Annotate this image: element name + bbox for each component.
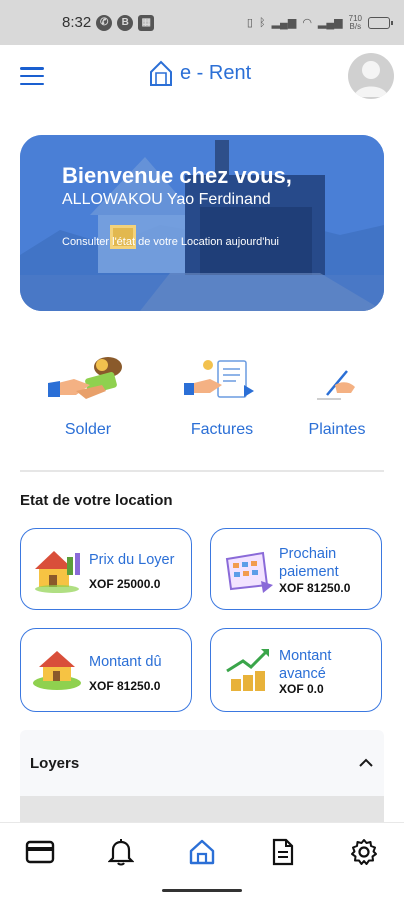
menu-bar (20, 82, 44, 85)
house-outline-icon (150, 60, 172, 86)
card-amount-advanced[interactable]: Montant avancé XOF 0.0 (210, 628, 382, 712)
whatsapp-icon: ✆ (96, 14, 113, 31)
gear-icon (350, 838, 377, 865)
welcome-banner: Bienvenue chez vous, ALLOWAKOU Yao Ferdi… (20, 135, 384, 311)
signal-bars-icon: ▂▄▆ (271, 17, 297, 29)
status-left: 8:32 ✆ B ▦ (62, 14, 155, 31)
bluetooth-icon: ᛒ (258, 16, 266, 29)
notification-b-icon: B (117, 14, 134, 31)
quick-actions: Solder Factures Plaintes (0, 355, 404, 445)
app-logo: e - Rent (148, 59, 251, 87)
wifi-icon: ◠ (302, 17, 312, 29)
card-amount-advanced-label: Montant avancé (279, 648, 332, 682)
nav-settings[interactable] (323, 823, 404, 880)
hero-subtitle: Consulter l'état de votre Location aujou… (62, 236, 280, 248)
home-indicator (162, 889, 242, 892)
document-icon (272, 838, 293, 865)
action-solder[interactable]: Solder (33, 355, 143, 439)
bottom-nav (0, 822, 404, 880)
writing-hand-icon (282, 355, 392, 407)
home-icon (189, 839, 215, 864)
credit-card-icon (26, 840, 55, 863)
avatar[interactable] (348, 53, 394, 99)
user-avatar-icon (354, 61, 388, 97)
notification-app-icon: ▦ (138, 14, 155, 31)
menu-bar (20, 74, 44, 78)
battery-icon (368, 16, 393, 29)
section-divider (20, 470, 384, 472)
action-plaintes[interactable]: Plaintes (282, 355, 392, 439)
menu-button[interactable] (20, 67, 44, 85)
hero-title: Bienvenue chez vous, (62, 163, 292, 188)
app-header: e - Rent (0, 45, 404, 107)
section-title: Etat de votre location (20, 492, 173, 509)
menu-bar (20, 67, 44, 70)
action-plaintes-label: Plaintes (308, 421, 366, 438)
card-next-payment-value: XOF 81250.0 (279, 581, 351, 595)
nav-documents[interactable] (242, 823, 323, 880)
card-amount-advanced-value: XOF 0.0 (279, 682, 324, 696)
card-amount-due[interactable]: Montant dû XOF 81250.0 (20, 628, 192, 712)
loyers-title: Loyers (30, 754, 80, 772)
action-factures-label: Factures (190, 421, 254, 438)
action-factures[interactable]: Factures (167, 355, 277, 439)
app-name: e - Rent (180, 61, 252, 84)
nav-notifications[interactable] (81, 823, 162, 880)
net-speed-unit: B/s (349, 21, 362, 31)
calendar-icon (225, 551, 273, 593)
hero-user-name: ALLOWAKOU Yao Ferdinand (62, 191, 271, 208)
bell-icon (108, 838, 135, 865)
network-speed: 710 B/s (349, 14, 362, 31)
card-rent-price-label: Prix du Loyer (89, 552, 175, 568)
coins-growth-icon (226, 649, 269, 691)
card-amount-due-label: Montant dû (89, 654, 162, 670)
chevron-up-icon[interactable] (358, 755, 374, 771)
payment-hands-icon (33, 355, 143, 407)
loyers-content (20, 796, 384, 822)
house-photo-illustration (20, 135, 384, 311)
house-icon (33, 651, 81, 690)
house-icon (35, 551, 80, 593)
card-rent-price-value: XOF 25000.0 (89, 577, 161, 591)
card-next-payment-label: Prochain paiement (279, 546, 339, 580)
nav-card[interactable] (0, 823, 81, 880)
card-next-payment[interactable]: Prochain paiement XOF 81250.0 (210, 528, 382, 610)
invoice-icon (167, 355, 277, 407)
loyers-accordion-header[interactable]: Loyers (20, 730, 384, 796)
card-amount-due-value: XOF 81250.0 (89, 679, 161, 693)
action-solder-label: Solder (64, 421, 112, 438)
status-bar: 8:32 ✆ B ▦ ▯ ᛒ ▂▄▆ ◠ ▂▄▆ 710 B/s (0, 0, 404, 45)
card-rent-price[interactable]: Prix du Loyer XOF 25000.0 (20, 528, 192, 610)
signal-bars-2-icon: ▂▄▆ (317, 17, 343, 29)
status-right: ▯ ᛒ ▂▄▆ ◠ ▂▄▆ 710 B/s (246, 14, 393, 31)
vibrate-icon: ▯ (246, 17, 253, 29)
status-time: 8:32 (62, 14, 92, 31)
nav-home[interactable] (162, 823, 243, 880)
